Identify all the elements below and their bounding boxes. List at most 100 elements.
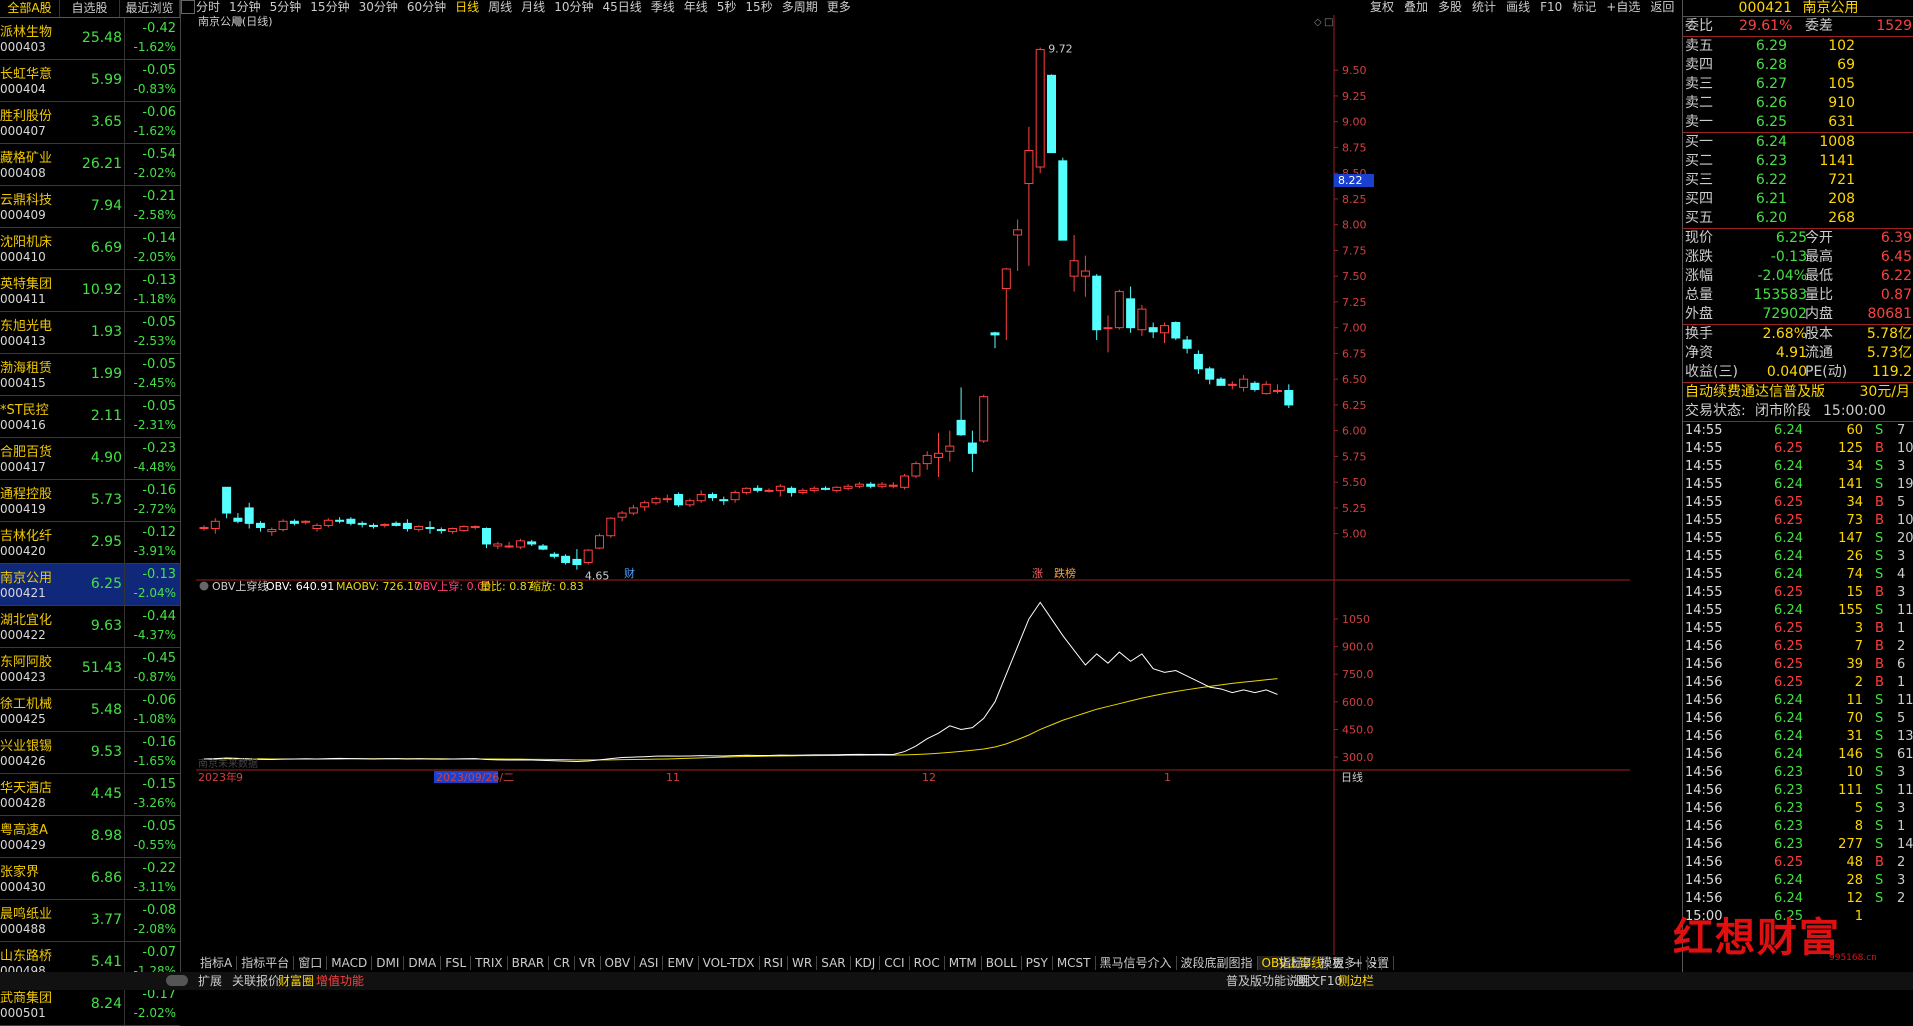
indicator-tab-18[interactable]: KDJ [850, 956, 881, 970]
indicator-tab-8[interactable]: BRAR [507, 956, 550, 970]
stock-row[interactable]: 胜利股份 000407 3.65 -0.06 -1.62% [0, 102, 180, 144]
tool-7[interactable]: +自选 [1606, 0, 1640, 14]
indicator-tab-19[interactable]: CCI [880, 956, 910, 970]
tool-8[interactable]: 返回 [1650, 0, 1674, 14]
indicator-tab-7[interactable]: TRIX [471, 956, 508, 970]
period-4[interactable]: 30分钟 [359, 0, 398, 14]
period-2[interactable]: 5分钟 [270, 0, 302, 14]
indicator-tab-11[interactable]: OBV [600, 956, 636, 970]
stock-row[interactable]: 云鼎科技 000409 7.94 -0.21 -2.58% [0, 186, 180, 228]
tab-all-a-shares[interactable]: 全部A股 [0, 0, 60, 17]
indicator-tab-6[interactable]: FSL [441, 956, 472, 970]
sidebar-toggle[interactable]: 侧边栏 [1338, 972, 1374, 990]
indicator-tab-16[interactable]: WR [788, 956, 818, 970]
indicator-tab-13[interactable]: EMV [663, 956, 699, 970]
indicator-right-3[interactable]: - [1368, 956, 1382, 970]
indicator-tab-25[interactable]: 黑马信号介入 [1095, 956, 1177, 970]
tool-2[interactable]: 多股 [1438, 0, 1462, 14]
tool-5[interactable]: F10 [1540, 0, 1562, 14]
extend-button[interactable]: 扩展 [198, 972, 222, 990]
indicator-tab-4[interactable]: DMI [372, 956, 405, 970]
indicator-tab-22[interactable]: BOLL [981, 956, 1022, 970]
chart-settings-icon[interactable] [233, 16, 243, 26]
period-9[interactable]: 10分钟 [554, 0, 593, 14]
indicator-right-2[interactable]: + [1349, 956, 1369, 970]
stock-row[interactable]: 东旭光电 000413 1.93 -0.05 -2.53% [0, 312, 180, 354]
stock-row[interactable]: 渤海租赁 000415 1.99 -0.05 -2.45% [0, 354, 180, 396]
stock-row[interactable]: 张家界 000430 6.86 -0.22 -3.11% [0, 858, 180, 900]
period-3[interactable]: 15分钟 [310, 0, 349, 14]
stock-row[interactable]: *ST民控 000416 2.11 -0.05 -2.31% [0, 396, 180, 438]
wealth-circle-button[interactable]: 财富圈 [278, 972, 314, 990]
stock-row[interactable]: 粤高速A 000429 8.98 -0.05 -0.55% [0, 816, 180, 858]
indicator-tab-12[interactable]: ASI [635, 956, 664, 970]
stock-row[interactable]: 藏格矿业 000408 26.21 -0.54 -2.02% [0, 144, 180, 186]
stock-row[interactable]: 吉林化纤 000420 2.95 -0.12 -3.91% [0, 522, 180, 564]
indicator-tab-0[interactable]: 指标A [196, 956, 238, 970]
tool-0[interactable]: 复权 [1370, 0, 1394, 14]
indicator-tab-20[interactable]: ROC [909, 956, 945, 970]
period-8[interactable]: 月线 [521, 0, 545, 14]
period-5[interactable]: 60分钟 [407, 0, 446, 14]
toggle-switch[interactable] [166, 975, 188, 986]
indicator-settings-icon[interactable] [199, 581, 209, 591]
stock-row[interactable]: 派林生物 000403 25.48 -0.42 -1.62% [0, 18, 180, 60]
kline-chart[interactable]: 南京公用(日线) ◇ □ 9.72 4.65 财 涨 跌榜 9.509.259.… [196, 15, 1630, 955]
promo-text[interactable]: 自动续费通达信普及版 [1685, 383, 1825, 402]
indicator-right-0[interactable]: 指标B [1275, 956, 1317, 970]
period-0[interactable]: 分时 [196, 0, 220, 14]
tool-3[interactable]: 统计 [1472, 0, 1496, 14]
stock-row[interactable]: 东阿阿胶 000423 51.43 -0.45 -0.87% [0, 648, 180, 690]
period-14[interactable]: 15秒 [745, 0, 772, 14]
stock-row[interactable]: 湖北宜化 000422 9.63 -0.44 -4.37% [0, 606, 180, 648]
indicator-tab-5[interactable]: DMA [404, 956, 442, 970]
stock-row[interactable]: 合肥百货 000417 4.90 -0.23 -4.48% [0, 438, 180, 480]
indicator-tab-15[interactable]: RSI [759, 956, 789, 970]
tool-1[interactable]: 叠加 [1404, 0, 1428, 14]
panel-toggle-icon[interactable] [181, 0, 195, 14]
indicator-tab-10[interactable]: VR [574, 956, 601, 970]
f10-link[interactable]: 图文F10 [1296, 972, 1342, 990]
stock-row[interactable]: 武商集团 000501 8.24 -0.17 -2.02% [0, 984, 180, 1026]
promo-row[interactable]: 自动续费通达信普及版 30元/月 [1683, 383, 1913, 402]
period-7[interactable]: 周线 [488, 0, 512, 14]
indicator-tab-17[interactable]: SAR [817, 956, 851, 970]
period-12[interactable]: 年线 [684, 0, 708, 14]
promo-price[interactable]: 30元/月 [1859, 383, 1910, 402]
period-13[interactable]: 5秒 [717, 0, 737, 14]
diebang-marker[interactable]: 跌榜 [1054, 566, 1076, 580]
tab-recent[interactable]: 最近浏览 [120, 0, 180, 17]
stock-row[interactable]: 沈阳机床 000410 6.69 -0.14 -2.05% [0, 228, 180, 270]
stock-row[interactable]: 兴业银锡 000426 9.53 -0.16 -1.65% [0, 732, 180, 774]
indicator-tab-1[interactable]: 指标平台 [237, 956, 295, 970]
tab-watchlist[interactable]: 自选股 [60, 0, 120, 17]
maximize-icon[interactable]: □ [1324, 17, 1333, 28]
period-16[interactable]: 更多 [827, 0, 851, 14]
period-10[interactable]: 45日线 [602, 0, 641, 14]
period-6[interactable]: 日线 [455, 0, 479, 14]
indicator-tab-14[interactable]: VOL-TDX [698, 956, 760, 970]
indicator-tab-21[interactable]: MTM [944, 956, 982, 970]
stock-row[interactable]: 长虹华意 000404 5.99 -0.05 -0.83% [0, 60, 180, 102]
stock-row[interactable]: 英特集团 000411 10.92 -0.13 -1.18% [0, 270, 180, 312]
related-quotes-button[interactable]: 关联报价 [232, 972, 280, 990]
period-1[interactable]: 1分钟 [229, 0, 261, 14]
stock-row[interactable]: 通程控股 000419 5.73 -0.16 -2.72% [0, 480, 180, 522]
period-15[interactable]: 多周期 [782, 0, 818, 14]
value-added-button[interactable]: 增值功能 [316, 972, 364, 990]
indicator-tab-2[interactable]: 窗口 [294, 956, 328, 970]
indicator-tab-23[interactable]: PSY [1021, 956, 1053, 970]
stock-row[interactable]: 晨鸣纸业 000488 3.77 -0.08 -2.08% [0, 900, 180, 942]
tool-4[interactable]: 画线 [1506, 0, 1530, 14]
draw-diamond-icon[interactable]: ◇ [1314, 17, 1322, 28]
cai-marker[interactable]: 财 [624, 566, 635, 580]
stock-row[interactable]: 徐工机械 000425 5.48 -0.06 -1.08% [0, 690, 180, 732]
indicator-tab-3[interactable]: MACD [327, 956, 373, 970]
period-11[interactable]: 季线 [651, 0, 675, 14]
indicator-tab-24[interactable]: MCST [1052, 956, 1096, 970]
indicator-tab-26[interactable]: 波段底副图指 [1176, 956, 1258, 970]
stock-row[interactable]: 南京公用 000421 6.25 -0.13 -2.04% [0, 564, 180, 606]
stock-row[interactable]: 华天酒店 000428 4.45 -0.15 -3.26% [0, 774, 180, 816]
indicator-right-1[interactable]: 模板 [1316, 956, 1350, 970]
tool-6[interactable]: 标记 [1572, 0, 1596, 14]
